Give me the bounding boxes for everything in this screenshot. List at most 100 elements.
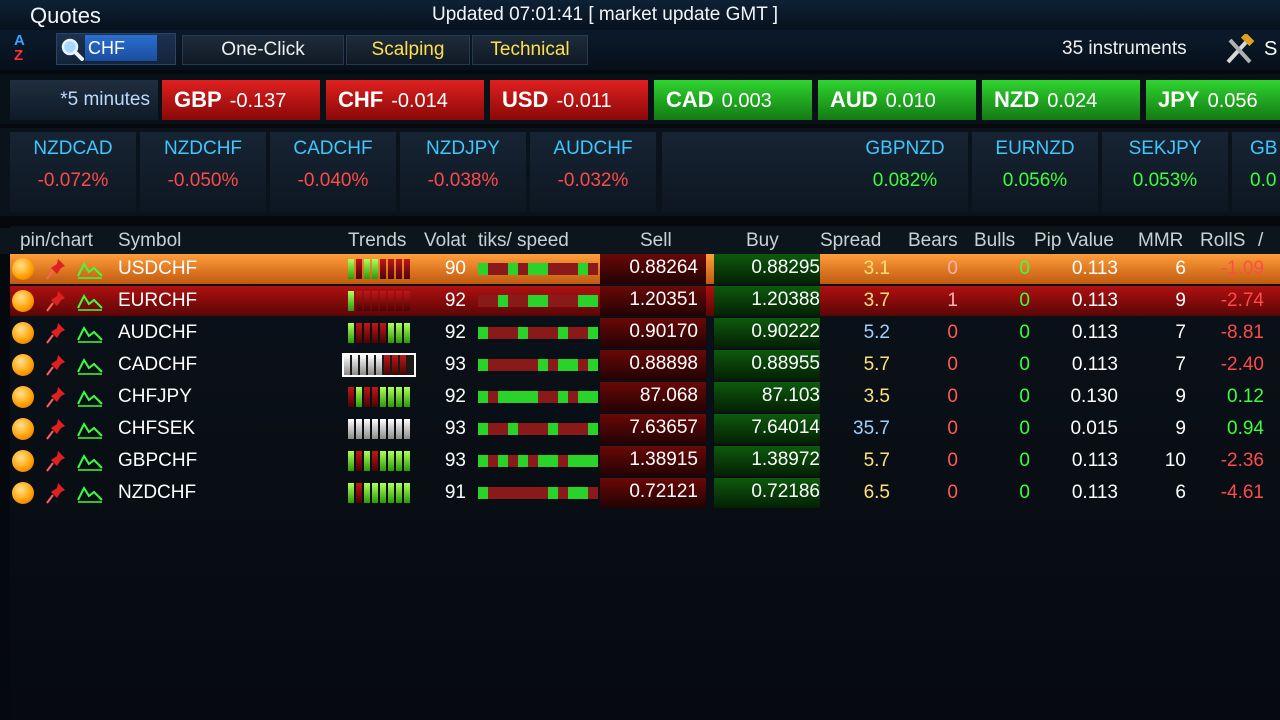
pin-icon[interactable] (46, 258, 66, 280)
col-pip-value[interactable]: Pip Value (1034, 230, 1114, 252)
one-click-button[interactable]: One-Click (182, 35, 344, 65)
bears: 0 (947, 450, 958, 471)
pair-tile[interactable]: GB 0.0 (1232, 132, 1280, 212)
pip-value: 0.113 (1071, 450, 1118, 471)
sell-button[interactable]: 0.88264 (600, 254, 706, 284)
sell-button[interactable]: 0.90170 (600, 318, 706, 348)
buy-button[interactable]: 0.72186 (714, 478, 820, 508)
col-bulls[interactable]: Bulls (974, 230, 1015, 252)
sell-button[interactable]: 0.72121 (600, 478, 706, 508)
buy-button[interactable]: 0.90222 (714, 318, 820, 348)
sell-button[interactable]: 7.63657 (600, 414, 706, 444)
pin-icon[interactable] (46, 322, 66, 344)
pair-tile[interactable]: CADCHF -0.040% (270, 132, 396, 212)
chart-icon[interactable] (76, 386, 104, 408)
scalping-button[interactable]: Scalping (346, 35, 470, 65)
chart-icon[interactable] (76, 258, 104, 280)
search-icon[interactable] (59, 36, 85, 62)
speed-bar (478, 327, 598, 339)
buy-button[interactable]: 0.88955 (714, 350, 820, 380)
pip-value: 0.015 (1070, 418, 1118, 439)
tools-label[interactable]: S (1264, 38, 1277, 61)
pin-icon[interactable] (46, 354, 66, 376)
table-row[interactable]: USDCHF 90 0.88264 0.88295 3.1 0 0 0.113 … (10, 254, 1280, 284)
pair-tile[interactable]: NZDCHF -0.050% (140, 132, 266, 212)
mmr: 7 (1175, 354, 1186, 375)
col-bears[interactable]: Bears (908, 230, 958, 252)
pin-icon[interactable] (46, 290, 66, 312)
table-row[interactable]: EURCHF 92 1.20351 1.20388 3.7 1 0 0.113 … (10, 286, 1280, 316)
sell-button[interactable]: 1.38915 (600, 446, 706, 476)
chart-icon[interactable] (76, 354, 104, 376)
col-rolls[interactable]: RollS (1200, 230, 1245, 252)
search-box[interactable] (56, 33, 176, 65)
sell-button[interactable]: 1.20351 (600, 286, 706, 316)
trend-bars (348, 419, 418, 439)
volatility: 92 (444, 322, 466, 343)
chart-icon[interactable] (76, 418, 104, 440)
sort-az-icon[interactable]: AZ (14, 33, 36, 67)
status-dot-icon[interactable] (12, 386, 34, 408)
col-trends[interactable]: Trends (348, 230, 406, 252)
currency-strength-usd[interactable]: USD -0.011 (490, 80, 648, 120)
status-dot-icon[interactable] (12, 258, 34, 280)
chart-icon[interactable] (76, 482, 104, 504)
currency-strength-gbp[interactable]: GBP -0.137 (162, 80, 320, 120)
col-symbol[interactable]: Symbol (118, 230, 181, 252)
buy-button[interactable]: 1.38972 (714, 446, 820, 476)
pair-tile[interactable]: AUDCHF -0.032% (530, 132, 656, 212)
col-pin-chart[interactable]: pin/chart (20, 230, 93, 252)
currency-strength-jpy[interactable]: JPY 0.056 (1146, 80, 1280, 120)
pin-icon[interactable] (46, 386, 66, 408)
buy-price: 0.90222 (751, 321, 820, 342)
table-row[interactable]: CHFJPY 92 87.068 87.103 3.5 0 0 0.130 9 … (10, 382, 1280, 412)
pair-tile[interactable]: NZDCAD -0.072% (10, 132, 136, 212)
status-dot-icon[interactable] (12, 450, 34, 472)
currency-strength-nzd[interactable]: NZD 0.024 (982, 80, 1140, 120)
chart-icon[interactable] (76, 322, 104, 344)
tools-icon[interactable] (1222, 34, 1256, 66)
pair-tile[interactable]: SEKJPY 0.053% (1102, 132, 1228, 212)
status-dot-icon[interactable] (12, 482, 34, 504)
table-row[interactable]: NZDCHF 91 0.72121 0.72186 6.5 0 0 0.113 … (10, 478, 1280, 508)
pin-icon[interactable] (46, 418, 66, 440)
buy-button[interactable]: 1.20388 (714, 286, 820, 316)
col-sell[interactable]: Sell (640, 230, 672, 252)
status-dot-icon[interactable] (12, 418, 34, 440)
col-spread[interactable]: Spread (820, 230, 881, 252)
col-mmr[interactable]: MMR (1138, 230, 1183, 252)
buy-button[interactable]: 0.88295 (714, 254, 820, 284)
col-volat[interactable]: Volat (424, 230, 466, 252)
currency-strength-chf[interactable]: CHF -0.014 (326, 80, 484, 120)
spread: 5.7 (863, 450, 890, 471)
pin-icon[interactable] (46, 450, 66, 472)
buy-price: 87.103 (761, 385, 820, 406)
table-row[interactable]: AUDCHF 92 0.90170 0.90222 5.2 0 0 0.113 … (10, 318, 1280, 348)
chart-icon[interactable] (76, 290, 104, 312)
table-row[interactable]: CHFSEK 93 7.63657 7.64014 35.7 0 0 0.015… (10, 414, 1280, 444)
period-selector[interactable]: *5 minutes (10, 80, 158, 120)
currency-strength-cad[interactable]: CAD 0.003 (654, 80, 812, 120)
pair-tile[interactable]: EURNZD 0.056% (972, 132, 1098, 212)
status-dot-icon[interactable] (12, 290, 34, 312)
technical-button[interactable]: Technical (472, 35, 588, 65)
buy-button[interactable]: 7.64014 (714, 414, 820, 444)
pair-tile[interactable]: GBPNZD 0.082% (842, 132, 968, 212)
status-dot-icon[interactable] (12, 354, 34, 376)
col-buy[interactable]: Buy (746, 230, 779, 252)
col-rolls-b[interactable]: / (1258, 230, 1263, 252)
pin-icon[interactable] (46, 482, 66, 504)
sell-button[interactable]: 87.068 (600, 382, 706, 412)
spread: 3.5 (863, 386, 890, 407)
chart-icon[interactable] (76, 450, 104, 472)
pair-tile[interactable]: NZDJPY -0.038% (400, 132, 526, 212)
buy-button[interactable]: 87.103 (714, 382, 820, 412)
status-dot-icon[interactable] (12, 322, 34, 344)
table-row[interactable]: GBPCHF 93 1.38915 1.38972 5.7 0 0 0.113 … (10, 446, 1280, 476)
table-row[interactable]: CADCHF 93 0.88898 0.88955 5.7 0 0 0.113 … (10, 350, 1280, 380)
currency-strength-aud[interactable]: AUD 0.010 (818, 80, 976, 120)
symbol: CADCHF (118, 354, 198, 375)
search-input[interactable] (85, 35, 157, 61)
col-speed[interactable]: tiks/ speed (478, 230, 569, 252)
sell-button[interactable]: 0.88898 (600, 350, 706, 380)
